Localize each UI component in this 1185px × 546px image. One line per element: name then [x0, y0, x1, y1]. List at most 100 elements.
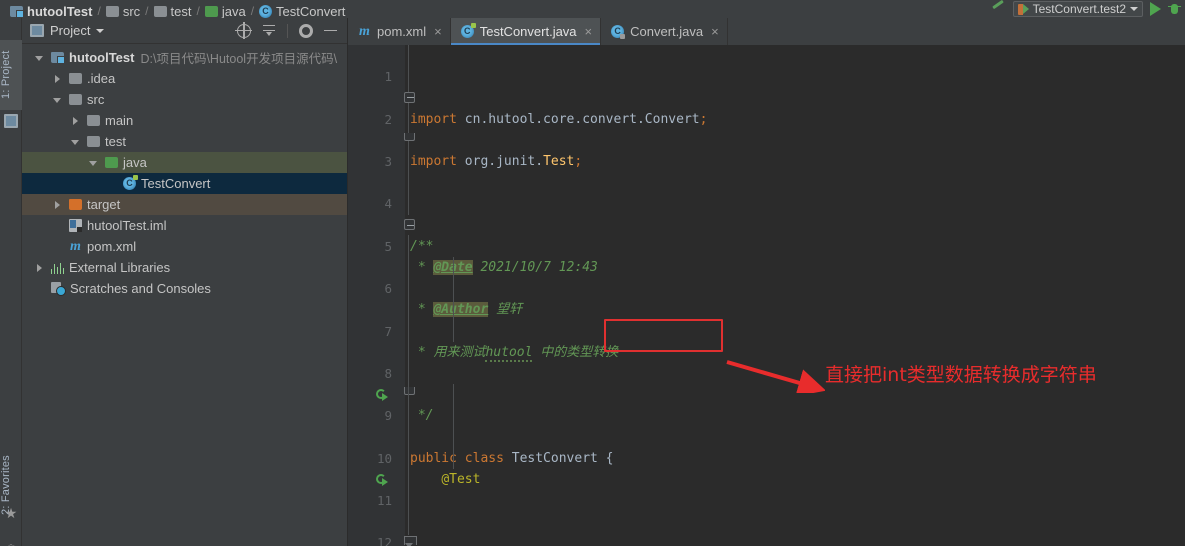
tree-row[interactable]: src: [22, 89, 347, 110]
project-window-icon: [30, 24, 44, 37]
code-line[interactable]: 5 * @Date 2021/10/7 12:43: [348, 215, 1185, 275]
line-number: 12: [376, 535, 392, 546]
breadcrumb-item-hutoolTest[interactable]: hutoolTest: [10, 5, 92, 18]
line-number: 5: [384, 238, 392, 254]
tree-row[interactable]: target: [22, 194, 347, 215]
breadcrumb-separator: /: [250, 4, 255, 18]
sidebar-item-project[interactable]: 1: Project: [0, 40, 22, 110]
chevron-down-icon[interactable]: [96, 28, 105, 33]
wrench-icon[interactable]: [990, 0, 1006, 16]
tree-item-label: main: [105, 113, 134, 128]
locate-target-icon[interactable]: [235, 21, 252, 39]
chevron-down-icon[interactable]: [34, 52, 46, 64]
chevron-right-icon[interactable]: [52, 199, 64, 211]
chevron-down-icon[interactable]: [52, 94, 64, 106]
java-test-class-icon: [460, 23, 476, 38]
settings-gear-icon[interactable]: [299, 23, 313, 38]
chevron-down-icon[interactable]: [70, 136, 82, 148]
breadcrumb-item-test[interactable]: test: [153, 4, 192, 18]
code-line[interactable]: 8 */: [348, 342, 1185, 423]
folder-orange-icon: [69, 199, 82, 210]
tree-row[interactable]: .idea: [22, 68, 347, 89]
debug-bug-icon[interactable]: [1168, 3, 1181, 16]
tree-item-label: hutoolTest.iml: [87, 218, 167, 233]
breadcrumb-item-src[interactable]: src: [105, 4, 141, 18]
java-class-locked-icon: [611, 25, 626, 39]
breadcrumb-separator: /: [196, 4, 200, 18]
code-line[interactable]: 4 /**: [348, 172, 1185, 253]
tree-item-label: .idea: [87, 71, 116, 86]
breadcrumb-label: src: [122, 4, 141, 18]
libraries-icon: [51, 262, 65, 274]
tab-label: TestConvert.java: [479, 24, 577, 39]
run-config-icon: [1017, 3, 1029, 15]
line-number: 3: [384, 153, 392, 169]
code-line[interactable]: 9 public class TestConvert {: [348, 384, 1185, 466]
tree-item-label: target: [87, 197, 121, 212]
chevron-right-icon[interactable]: [34, 262, 46, 274]
tree-item-label: pom.xml: [87, 239, 137, 254]
run-toolbar: TestConvert.test2: [990, 0, 1181, 18]
tree-item-label: Scratches and Consoles: [70, 281, 211, 296]
run-configuration-selector[interactable]: TestConvert.test2: [1012, 1, 1143, 17]
code-line[interactable]: 3: [348, 130, 1185, 169]
tool-window-stripe-left: 1: Project 2: Favorites ★ ⏱: [0, 18, 22, 546]
module-folder-icon: [10, 6, 24, 18]
tree-row[interactable]: java: [22, 152, 347, 173]
line-number: 2: [384, 111, 392, 127]
code-line[interactable]: 2 import org.junit.Test;: [348, 87, 1185, 169]
project-panel-header: Project: [22, 18, 347, 44]
hide-minus-icon[interactable]: [324, 29, 337, 32]
breadcrumb-separator: /: [145, 4, 149, 18]
code-line[interactable]: 6 * @Author 望轩: [348, 257, 1185, 318]
tree-row[interactable]: hutoolTest D:\项目代码\Hutool开发项目源代码\: [22, 47, 347, 68]
close-icon[interactable]: ×: [585, 24, 593, 39]
chevron-right-icon[interactable]: [52, 73, 64, 85]
java-class-icon: [259, 5, 273, 18]
annotation-callout-text: 直接把int类型数据转换成字符串: [825, 364, 1097, 386]
tab-testconvert-java[interactable]: TestConvert.java ×: [450, 18, 602, 45]
line-number: 6: [384, 281, 392, 297]
breadcrumb-label: test: [170, 4, 192, 18]
close-icon[interactable]: ×: [434, 24, 442, 39]
code-line[interactable]: 1 import cn.hutool.core.convert.Convert;: [348, 45, 1185, 126]
breadcrumb-item-java[interactable]: java: [204, 5, 246, 18]
code-editor[interactable]: 1 import cn.hutool.core.convert.Convert;…: [348, 45, 1185, 546]
tree-row[interactable]: test: [22, 131, 347, 152]
line-number: 10: [376, 450, 392, 466]
tree-row[interactable]: Scratches and Consoles: [22, 278, 347, 299]
star-icon: ★: [4, 505, 18, 521]
chevron-right-icon[interactable]: [70, 115, 82, 127]
tree-item-label: java: [123, 155, 147, 170]
run-test-gutter-icon[interactable]: [376, 388, 390, 402]
chevron-down-icon[interactable]: [88, 157, 100, 169]
toolbar-divider: [287, 23, 288, 38]
folder-gray-icon: [69, 73, 82, 84]
code-line[interactable]: 11 public void test(){: [348, 469, 1185, 546]
collapse-all-icon[interactable]: [262, 24, 276, 38]
tab-pom-xml[interactable]: m pom.xml ×: [348, 18, 451, 45]
tree-item-label: hutoolTest: [69, 50, 135, 65]
code-line[interactable]: 12 int a=1;: [348, 511, 1185, 546]
tree-row[interactable]: External Libraries: [22, 257, 347, 278]
tree-item-label: test: [105, 134, 126, 149]
code-line[interactable]: 10 @Test: [348, 426, 1185, 487]
chevron-down-icon: [1130, 7, 1138, 11]
tree-row[interactable]: main: [22, 110, 347, 131]
iml-file-icon: [69, 219, 82, 232]
line-number: 8: [384, 365, 392, 381]
line-number: 11: [376, 493, 392, 509]
java-test-class-icon: [123, 175, 138, 190]
run-play-icon[interactable]: [1150, 2, 1161, 16]
run-test-gutter-icon[interactable]: [376, 473, 390, 487]
tree-row[interactable]: TestConvert: [22, 173, 347, 194]
breadcrumb-item-TestConvert[interactable]: TestConvert: [259, 5, 345, 18]
project-tool-window: Project hutoolTest D:\项目代码\Hutool开发项目源代码…: [22, 18, 348, 546]
tab-convert-java[interactable]: Convert.java ×: [601, 18, 728, 45]
code-line[interactable]: 7 * 用来测试hutool 中的类型转换: [348, 299, 1185, 362]
tree-row[interactable]: m pom.xml: [22, 236, 347, 257]
indent-guide: [453, 257, 454, 342]
code-text: public class TestConvert {: [410, 450, 614, 466]
tree-row[interactable]: hutoolTest.iml: [22, 215, 347, 236]
close-icon[interactable]: ×: [711, 24, 719, 39]
